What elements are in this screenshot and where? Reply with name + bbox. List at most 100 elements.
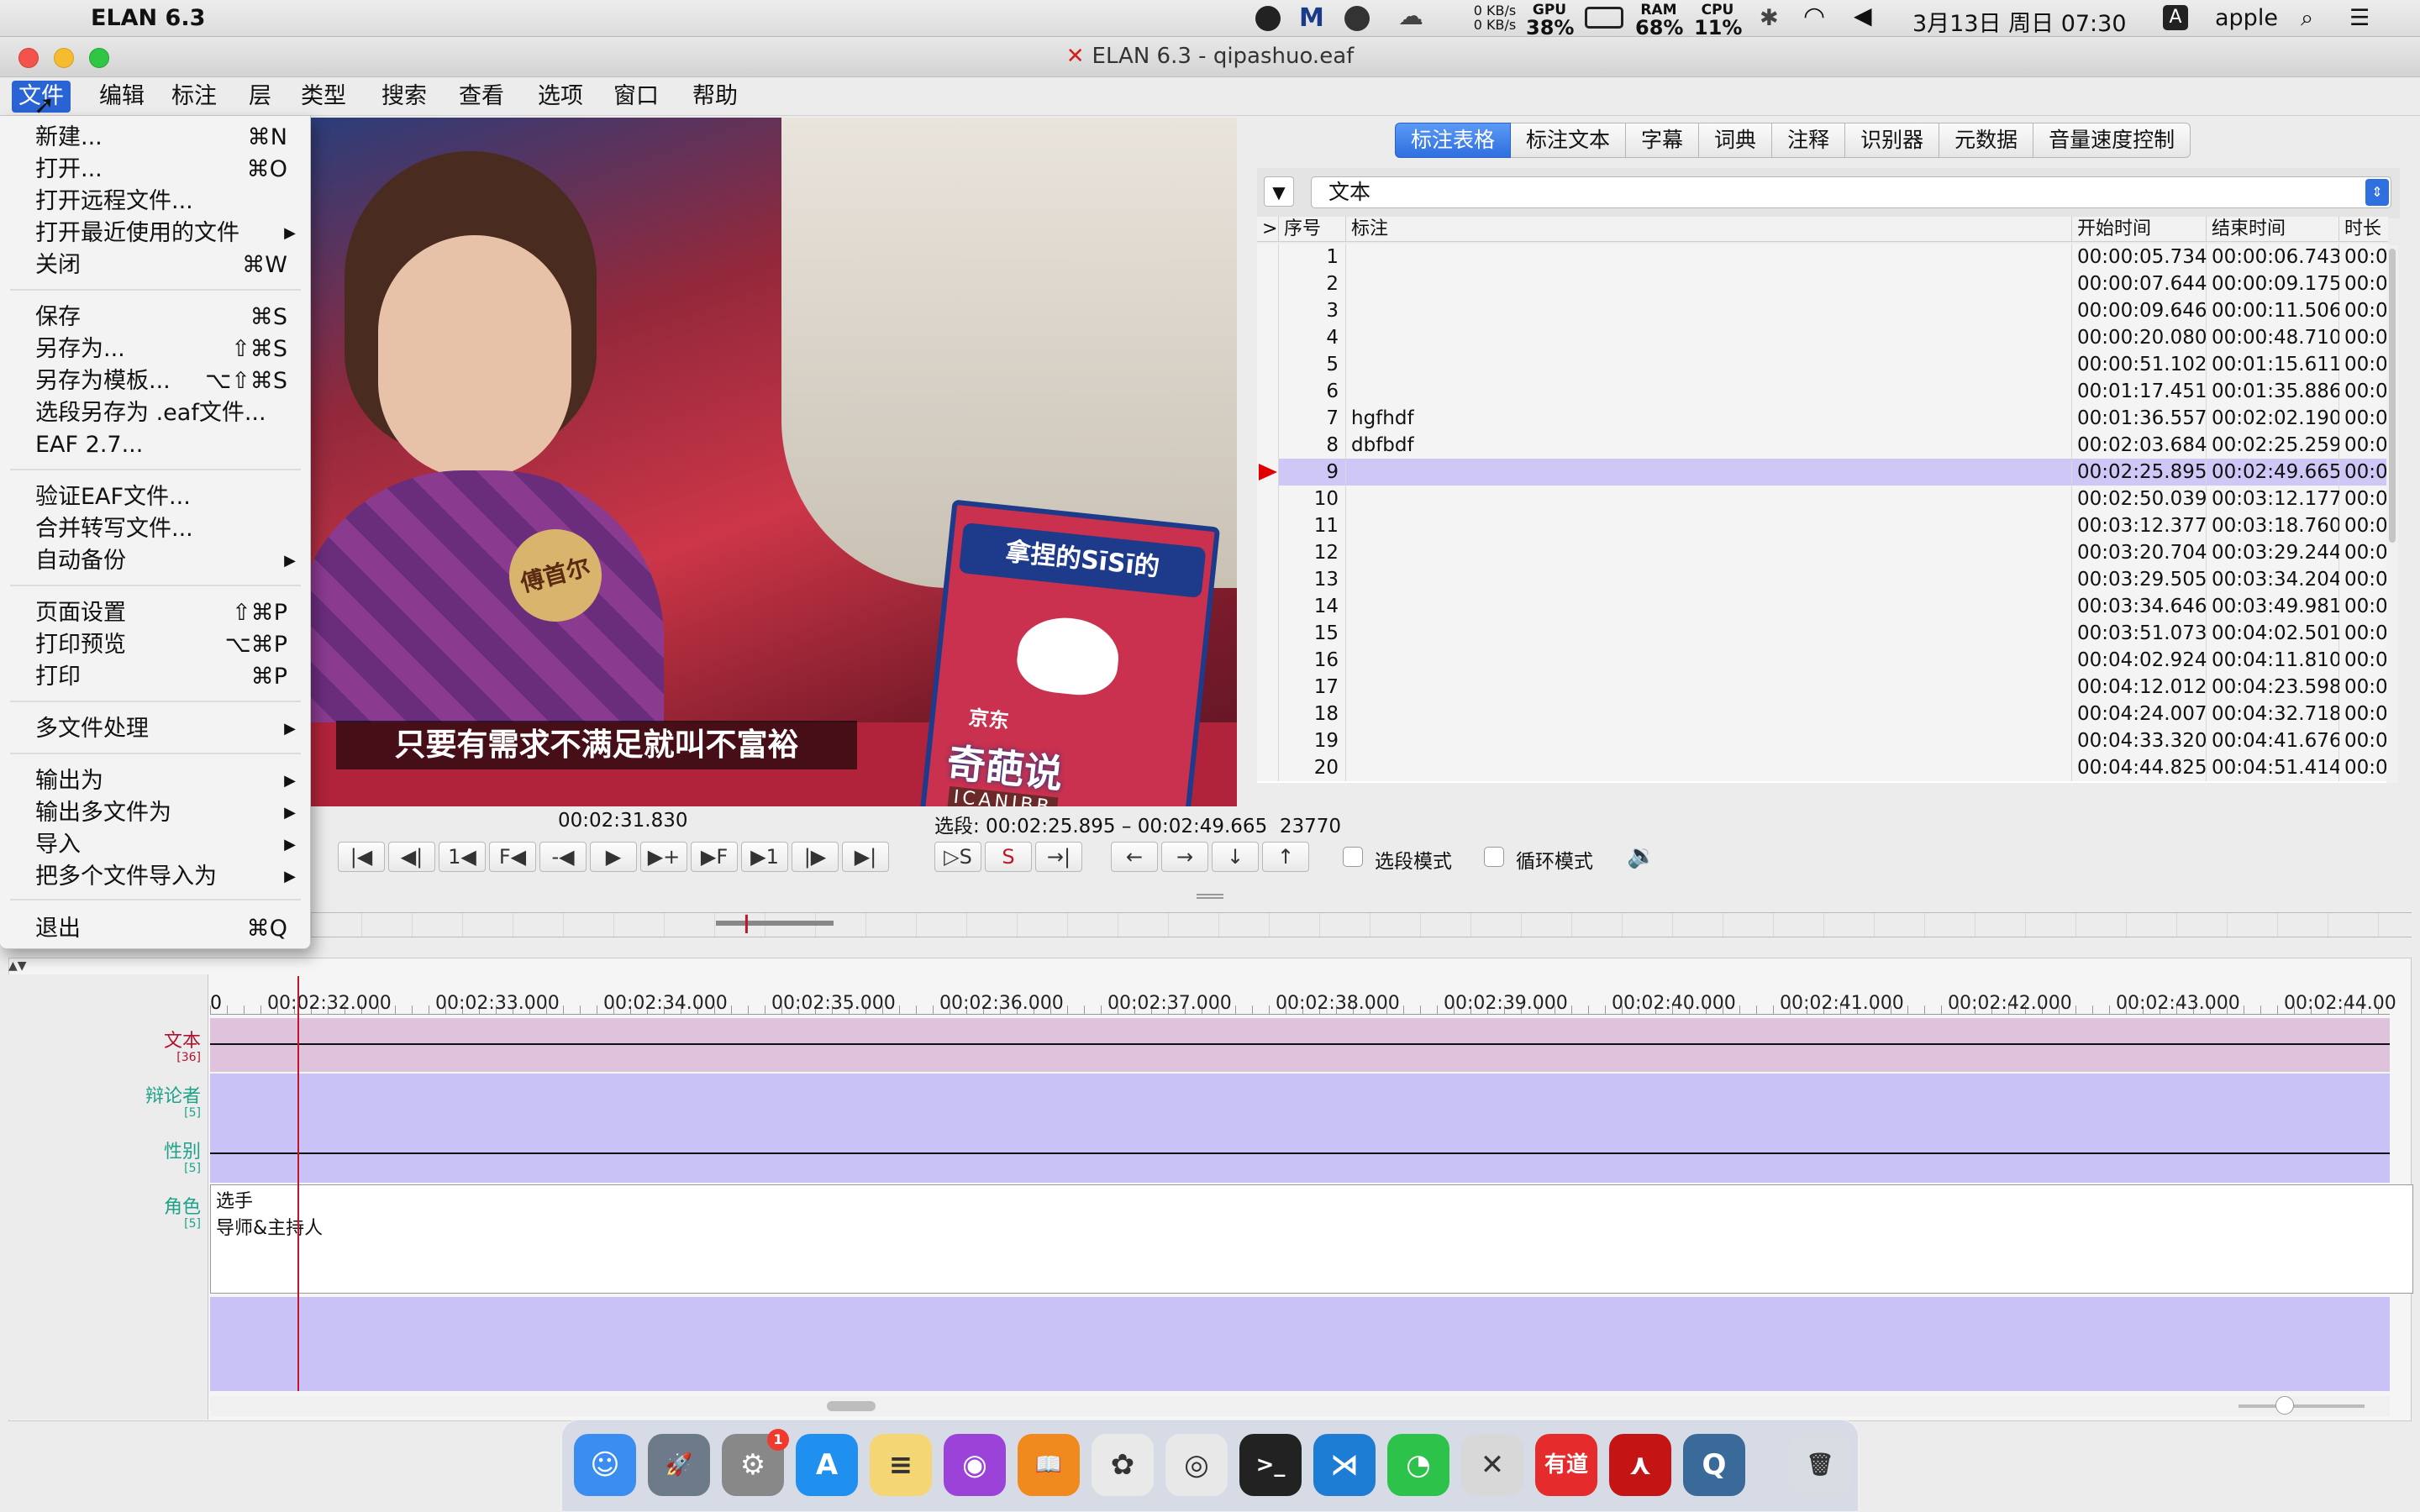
cell-annotation[interactable] bbox=[1346, 701, 2072, 727]
cell-annotation[interactable] bbox=[1346, 351, 2072, 378]
table-row[interactable]: 10 00:02:50.03900:03:12.17700:00:22.138 bbox=[1257, 486, 2388, 512]
cell-annotation[interactable] bbox=[1346, 244, 2072, 270]
file-menu-item-5[interactable]: 保存 ⌘S bbox=[0, 302, 311, 333]
file-menu-item-1[interactable]: 打开... ⌘O bbox=[0, 155, 311, 185]
zoom-slider[interactable] bbox=[2238, 1396, 2365, 1415]
cell-annotation[interactable] bbox=[1346, 270, 2072, 297]
tier-lane-empty[interactable] bbox=[210, 1297, 2390, 1391]
selection-button-0[interactable]: ▷S bbox=[934, 842, 981, 872]
tab-4[interactable]: 注释 bbox=[1772, 123, 1846, 158]
clock[interactable]: 3月13日 周日 07:30 bbox=[1912, 5, 2127, 38]
file-menu-item-15[interactable]: 打印 ⌘P bbox=[0, 662, 311, 692]
overview-ruler[interactable] bbox=[311, 912, 2412, 937]
record-icon[interactable] bbox=[1255, 6, 1281, 31]
player-button-5[interactable]: ▶ bbox=[590, 842, 637, 872]
tier-menu-dropdown-icon[interactable]: ▼ bbox=[1264, 176, 1294, 207]
tier-select[interactable]: 文本 ⇕ bbox=[1311, 176, 2391, 208]
wifi-icon[interactable]: ◠ bbox=[1803, 2, 1825, 31]
menu-1[interactable]: 编辑 bbox=[92, 81, 151, 113]
monitor-app-icon[interactable]: M bbox=[1299, 3, 1324, 33]
tier-name-3[interactable]: 角色 [5] bbox=[164, 1198, 201, 1231]
file-menu-item-6[interactable]: 另存为... ⇧⌘S bbox=[0, 334, 311, 365]
player-button-2[interactable]: 1◀ bbox=[439, 842, 486, 872]
table-scrollbar[interactable] bbox=[2386, 245, 2398, 783]
quicktime-icon[interactable]: Q bbox=[1683, 1434, 1745, 1496]
loop-mode-checkbox[interactable] bbox=[1484, 847, 1504, 867]
menu-3[interactable]: 层 bbox=[242, 81, 278, 113]
elan-icon[interactable]: ✕ bbox=[1461, 1434, 1523, 1496]
player-button-1[interactable]: ◀| bbox=[388, 842, 435, 872]
table-row[interactable]: 1 00:00:05.73400:00:06.74300:00:01.009 bbox=[1257, 244, 2388, 270]
proxy-icon[interactable] bbox=[1344, 6, 1370, 31]
file-menu-item-0[interactable]: 新建... ⌘N bbox=[0, 123, 311, 153]
cell-annotation[interactable]: dbfbdf bbox=[1346, 432, 2072, 459]
tier-name-0[interactable]: 文本 [36] bbox=[164, 1032, 201, 1064]
tab-0[interactable]: 标注表格 bbox=[1395, 123, 1512, 158]
terminal-icon[interactable]: >_ bbox=[1239, 1434, 1302, 1496]
notes-icon[interactable]: ≡ bbox=[870, 1434, 932, 1496]
file-menu-item-19[interactable]: 导入 ▶ bbox=[0, 830, 311, 860]
file-menu-item-11[interactable]: 合并转写文件... bbox=[0, 514, 311, 544]
tier-name-1[interactable]: 辩论者 [5] bbox=[145, 1087, 201, 1120]
chrome-icon[interactable]: ◎ bbox=[1165, 1434, 1228, 1496]
photos-icon[interactable]: ✿ bbox=[1092, 1434, 1154, 1496]
system-preferences-icon[interactable]: ⚙ 1 bbox=[722, 1429, 789, 1496]
file-menu-item-16[interactable]: 多文件处理 ▶ bbox=[0, 714, 311, 744]
menu-5[interactable]: 搜索 bbox=[375, 81, 434, 113]
col-marker[interactable]: > bbox=[1257, 217, 1279, 242]
vscode-icon[interactable]: ⋊ bbox=[1313, 1434, 1376, 1496]
active-app-name[interactable]: ELAN 6.3 bbox=[91, 5, 205, 31]
table-row[interactable]: 16 00:04:02.92400:04:11.81000:00:08.886 bbox=[1257, 647, 2388, 674]
player-button-4[interactable]: -◀ bbox=[539, 842, 587, 872]
file-menu-item-17[interactable]: 输出为 ▶ bbox=[0, 766, 311, 796]
table-row[interactable]: 5 00:00:51.10200:01:15.61100:00:24.509 bbox=[1257, 351, 2388, 378]
file-menu-item-21[interactable]: 退出 ⌘Q bbox=[0, 914, 311, 944]
menu-6[interactable]: 查看 bbox=[452, 81, 511, 113]
col-index[interactable]: 序号 bbox=[1279, 217, 1346, 242]
table-row[interactable]: 2 00:00:07.64400:00:09.17500:00:01.531 bbox=[1257, 270, 2388, 297]
table-row[interactable]: 12 00:03:20.70400:03:29.24400:00:08.540 bbox=[1257, 539, 2388, 566]
table-row[interactable]: 8dbfbdf00:02:03.68400:02:25.25900:00:21.… bbox=[1257, 432, 2388, 459]
role-option[interactable]: 导师&主持人 bbox=[216, 1215, 323, 1242]
nav-button-0[interactable]: ← bbox=[1111, 842, 1158, 872]
cell-annotation[interactable] bbox=[1346, 297, 2072, 324]
zoom-slider-knob[interactable] bbox=[2275, 1396, 2294, 1415]
overview-cursor-icon[interactable]: I bbox=[743, 911, 750, 940]
table-row[interactable]: 7hgfhdf00:01:36.55700:02:02.19000:00:25.… bbox=[1257, 405, 2388, 432]
table-row[interactable]: 13 00:03:29.50500:03:34.20400:00:04.699 bbox=[1257, 566, 2388, 593]
tier-lane-debater[interactable] bbox=[210, 1074, 2390, 1129]
player-button-8[interactable]: ▶1 bbox=[741, 842, 788, 872]
table-row[interactable]: 3 00:00:09.64600:00:11.50600:00:01.860 bbox=[1257, 297, 2388, 324]
menu-9[interactable]: 帮助 bbox=[686, 81, 744, 113]
finder-icon[interactable]: ☺ bbox=[574, 1434, 636, 1496]
player-button-10[interactable]: ▶| bbox=[842, 842, 889, 872]
app-store-icon[interactable]: A bbox=[796, 1434, 858, 1496]
file-menu-item-3[interactable]: 打开最近使用的文件 ▶ bbox=[0, 218, 311, 249]
split-handle[interactable] bbox=[1197, 894, 1223, 899]
table-row[interactable]: 18 00:04:24.00700:04:32.71800:00:08.711 bbox=[1257, 701, 2388, 727]
control-center-icon[interactable]: ☰ bbox=[2349, 5, 2370, 31]
tier-lane-text[interactable] bbox=[210, 1018, 2390, 1072]
player-button-3[interactable]: F◀ bbox=[489, 842, 536, 872]
tier-lane-role[interactable]: 选手 导师&主持人 bbox=[210, 1184, 2413, 1294]
menu-2[interactable]: 标注 bbox=[165, 81, 224, 113]
cell-annotation[interactable] bbox=[1346, 512, 2072, 539]
cloud-icon[interactable]: ☁ bbox=[1398, 2, 1423, 31]
tab-1[interactable]: 标注文本 bbox=[1511, 123, 1627, 158]
table-row[interactable]: 20 00:04:44.82500:04:51.41400:00:06.589 bbox=[1257, 754, 2388, 781]
nav-button-2[interactable]: ↓ bbox=[1212, 842, 1259, 872]
acrobat-icon[interactable]: ⋏ bbox=[1609, 1434, 1671, 1496]
col-start[interactable]: 开始时间 bbox=[2072, 217, 2207, 242]
table-row[interactable]: 15 00:03:51.07300:04:02.50100:00:11.428 bbox=[1257, 620, 2388, 647]
table-row[interactable]: 17 00:04:12.01200:04:23.59800:00:11.586 bbox=[1257, 674, 2388, 701]
selection-button-2[interactable]: →| bbox=[1035, 842, 1082, 872]
tier-lane-gender[interactable] bbox=[210, 1129, 2390, 1183]
cell-annotation[interactable] bbox=[1346, 539, 2072, 566]
col-duration[interactable]: 时长 bbox=[2339, 217, 2388, 242]
cell-annotation[interactable] bbox=[1346, 674, 2072, 701]
file-menu-item-18[interactable]: 输出多文件为 ▶ bbox=[0, 798, 311, 828]
nav-button-1[interactable]: → bbox=[1161, 842, 1208, 872]
tab-6[interactable]: 元数据 bbox=[1939, 123, 2034, 158]
player-button-6[interactable]: ▶+ bbox=[640, 842, 687, 872]
file-menu-item-10[interactable]: 验证EAF文件... bbox=[0, 482, 311, 512]
